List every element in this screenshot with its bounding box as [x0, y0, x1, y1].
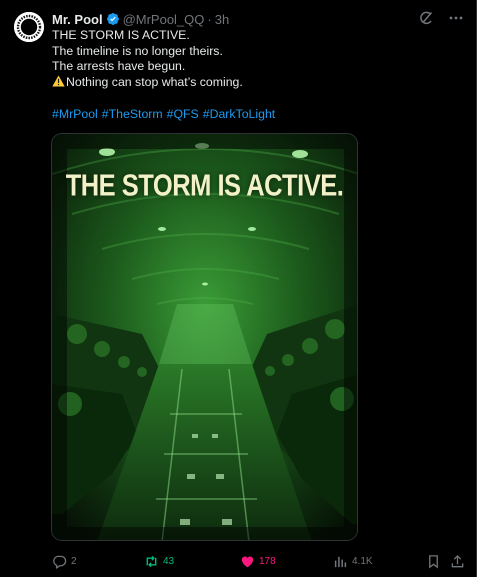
repost-button[interactable]: 43 — [144, 553, 174, 569]
avatar[interactable] — [14, 12, 44, 42]
reply-count: 2 — [71, 555, 77, 567]
warning-icon — [52, 75, 65, 87]
repost-icon — [146, 555, 157, 567]
hashtags: #MrPool #TheStorm #QFS #DarkToLight — [52, 107, 279, 121]
tweet-line: THE STORM IS ACTIVE. — [52, 28, 190, 42]
tweet-header: Mr. Pool @MrPool_QQ · 3h — [52, 10, 229, 28]
top-actions — [418, 10, 464, 26]
hashtag-link[interactable]: #MrPool — [52, 107, 98, 121]
like-icon — [241, 556, 254, 567]
views-icon — [334, 556, 347, 567]
post-time[interactable]: 3h — [215, 12, 229, 27]
warning-text: Nothing can stop what’s coming. — [66, 74, 243, 89]
hashtag-link[interactable]: #TheStorm — [102, 107, 163, 121]
repost-count: 43 — [163, 555, 175, 567]
tweet-line: The timeline is no longer theirs. — [52, 43, 223, 58]
more-icon[interactable] — [448, 10, 464, 26]
tweet-text: THE STORM IS ACTIVE. The timeline is no … — [52, 28, 452, 90]
share-button[interactable] — [450, 553, 465, 569]
reply-icon — [53, 555, 67, 569]
tweet-line: The arrests have begun. — [52, 59, 186, 74]
verified-badge-icon — [106, 12, 120, 26]
author-name[interactable]: Mr. Pool — [52, 12, 103, 27]
media-title-text: THE STORM IS ACTIVE. — [65, 169, 344, 203]
bookmark-icon — [429, 554, 438, 568]
views-count: 4.1K — [352, 555, 373, 567]
media-image[interactable]: THE STORM IS ACTIVE. — [51, 133, 358, 541]
hashtag-link[interactable]: #DarkToLight — [203, 107, 275, 121]
like-count: 178 — [259, 555, 276, 567]
share-icon — [451, 554, 464, 567]
tweet-card[interactable]: Mr. Pool @MrPool_QQ · 3h THE STORM IS AC… — [0, 0, 477, 577]
author-handle[interactable]: @MrPool_QQ — [123, 12, 205, 27]
separator-dot: · — [207, 11, 212, 27]
hashtag-link[interactable]: #QFS — [167, 107, 199, 121]
like-button[interactable]: 178 — [240, 553, 276, 569]
views-button[interactable]: 4.1K — [333, 553, 373, 569]
grok-icon[interactable] — [418, 10, 434, 26]
action-bar: 2 43 178 4.1K — [52, 553, 465, 569]
reply-button[interactable]: 2 — [52, 553, 77, 569]
bookmark-button[interactable] — [426, 553, 441, 569]
tweet-line-warning: Nothing can stop what’s coming. — [52, 75, 452, 91]
